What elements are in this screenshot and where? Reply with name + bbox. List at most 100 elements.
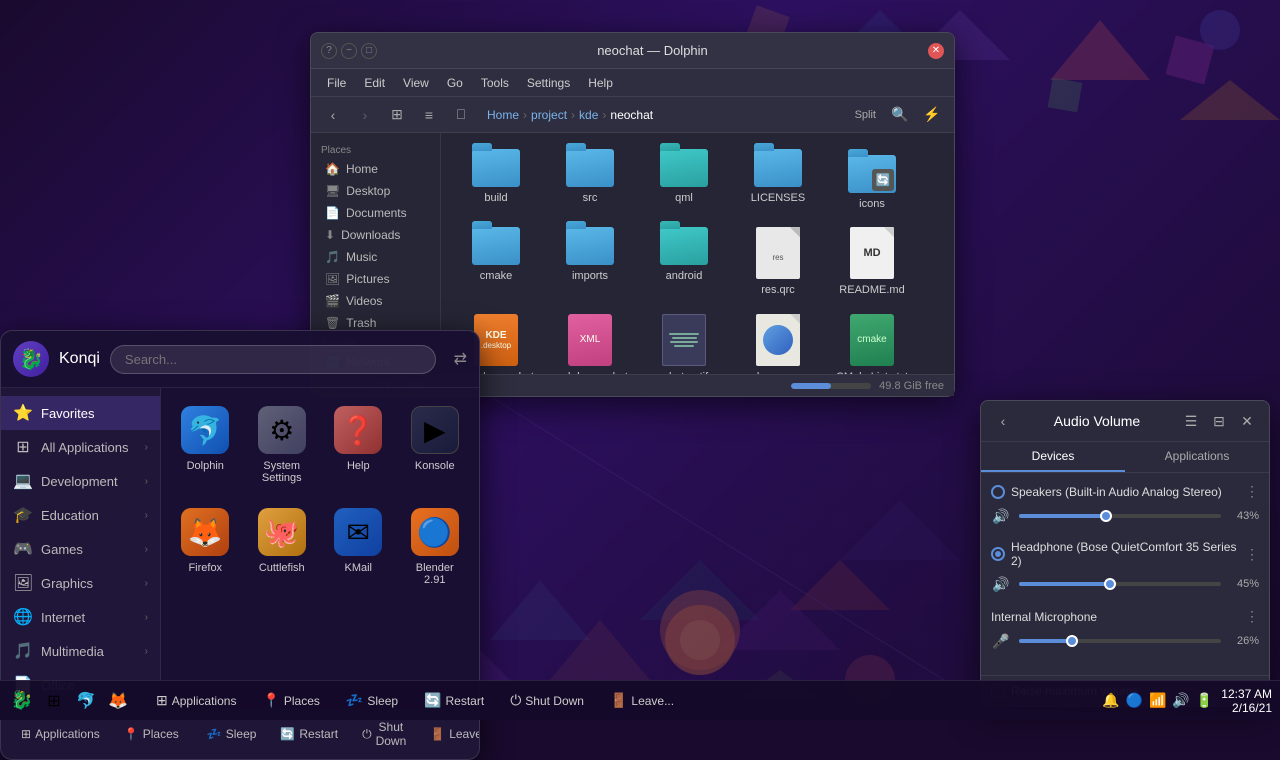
file-readme[interactable]: MD README.md [827,221,917,303]
tray-icon-battery[interactable]: 🔋 [1196,692,1213,709]
file-resqrc[interactable]: res res.qrc [733,221,823,303]
menu-help[interactable]: Help [580,74,621,92]
konqi-sidebar-favorites[interactable]: ⭐ Favorites [1,396,160,430]
taskbar-kwin-icon[interactable]: ⊞ [40,687,68,715]
konqi-sidebar-edu[interactable]: 🎓 Education › [1,498,160,532]
app-system-settings[interactable]: ⚙ System Settings [248,398,317,492]
file-build[interactable]: build [451,143,541,217]
split-button[interactable]: Split [849,101,882,129]
sidebar-downloads[interactable]: ⬇Downloads [315,224,436,246]
sleep-button[interactable]: 💤 Sleep [197,722,267,746]
sidebar-desktop[interactable]: 🖥Desktop [315,180,436,202]
sidebar-videos[interactable]: 🎬Videos [315,290,436,312]
konqi-sidebar-multimedia[interactable]: 🎵 Multimedia › [1,634,160,668]
search-button[interactable]: 🔍 [886,101,914,129]
file-icons[interactable]: 🔄 icons [827,143,917,217]
headphone-menu-icon[interactable]: ⋮ [1245,546,1259,563]
file-android[interactable]: android [639,221,729,303]
menu-view[interactable]: View [395,74,437,92]
konqi-sidebar-all-apps[interactable]: ⊞ All Applications › [1,430,160,464]
view-column-button[interactable]: ⎕ [447,101,475,129]
window-maximize-button[interactable]: □ [361,43,377,59]
konqi-sidebar-dev[interactable]: 💻 Development › [1,464,160,498]
view-icons-button[interactable]: ⊞ [383,101,411,129]
konqi-header: 🐉 Konqi ⇄ [1,331,479,388]
konqi-search-input[interactable] [110,345,436,374]
back-button[interactable]: ‹ [319,101,347,129]
audio-tab-applications[interactable]: Applications [1125,442,1269,472]
taskbar-leave-button[interactable]: 🚪 Leave... [600,688,684,713]
sidebar-home[interactable]: 🏠Home [315,158,436,180]
sidebar-documents[interactable]: 📄Documents [315,202,436,224]
taskbar-restart-button[interactable]: 🔄 Restart [414,688,494,713]
taskbar-places-button[interactable]: 📍 Places [252,688,329,713]
app-konsole[interactable]: ▶ Konsole [401,398,470,492]
menu-settings[interactable]: Settings [519,74,578,92]
taskbar: 🐉 ⊞ 🐬 🦊 ⊞ Applications 📍 Places 💤 Sleep … [0,680,1280,720]
breadcrumb-home[interactable]: Home [487,108,519,122]
mic-menu-icon[interactable]: ⋮ [1245,608,1259,625]
arrow-icon: › [145,442,148,453]
audio-menu-button[interactable]: ☰ [1179,409,1203,433]
app-cuttlefish[interactable]: 🐙 Cuttlefish [248,500,317,594]
taskbar-applications-button[interactable]: ⊞ Applications [146,688,246,713]
speakers-menu-icon[interactable]: ⋮ [1245,483,1259,500]
file-cmake[interactable]: cmake [451,221,541,303]
file-logopng[interactable]: logo.png [733,308,823,374]
leave-button[interactable]: 🚪 Leave... [420,722,480,746]
breadcrumb-kde[interactable]: kde [579,108,598,122]
konqi-options-button[interactable]: ⇄ [454,349,467,369]
mic-slider[interactable] [1019,639,1221,643]
app-dolphin[interactable]: 🐬 Dolphin [171,398,240,492]
tray-icon-bluetooth[interactable]: 🔵 [1126,692,1143,709]
taskbar-sleep-button[interactable]: 💤 Sleep [336,688,408,713]
taskbar-start-icon[interactable]: 🐉 [8,687,36,715]
breadcrumb-project[interactable]: project [531,108,567,122]
audio-tab-devices[interactable]: Devices [981,442,1125,472]
taskbar-clock: 12:37 AM 2/16/21 [1221,687,1272,715]
konqi-sidebar-games[interactable]: 🎮 Games › [1,532,160,566]
menu-edit[interactable]: Edit [356,74,393,92]
file-appdata[interactable]: XML org.kde.neochat.appdata.xml [545,308,635,374]
taskbar-shutdown-button[interactable]: ⏻ Shut Down [500,688,594,713]
tray-icon-network[interactable]: 📶 [1149,692,1166,709]
app-blender[interactable]: 🔵 Blender 2.91 [401,500,470,594]
menu-file[interactable]: File [319,74,354,92]
tray-icon-1[interactable]: 🔔 [1102,692,1119,709]
file-licenses[interactable]: LICENSES [733,143,823,217]
app-firefox[interactable]: 🦊 Firefox [171,500,240,594]
headphone-slider[interactable] [1019,582,1221,586]
places-button[interactable]: 📍 Places [114,722,189,746]
audio-close-button[interactable]: ✕ [1235,409,1259,433]
taskbar-dolphin-icon[interactable]: 🐬 [72,687,100,715]
file-src[interactable]: src [545,143,635,217]
filter-button[interactable]: ⚡ [918,101,946,129]
app-help[interactable]: ❓ Help [324,398,393,492]
restart-button[interactable]: 🔄 Restart [270,722,348,746]
file-imports[interactable]: imports [545,221,635,303]
file-notifyrc[interactable]: neochat.notifyrc [639,308,729,374]
shutdown-button[interactable]: ⏻ Shut Down [352,715,416,753]
headphone-radio[interactable] [991,547,1005,561]
window-close-button[interactable]: ✕ [928,43,944,59]
speakers-radio[interactable] [991,485,1005,499]
menu-go[interactable]: Go [439,74,471,92]
window-minimize-button[interactable]: − [341,43,357,59]
tray-icon-volume[interactable]: 🔊 [1172,692,1189,709]
forward-button[interactable]: › [351,101,379,129]
file-cmakelists[interactable]: cmake CMakeLists.txt [827,308,917,374]
app-kmail[interactable]: ✉ KMail [324,500,393,594]
view-list-button[interactable]: ≡ [415,101,443,129]
sidebar-pictures[interactable]: 🖼Pictures [315,268,436,290]
konqi-sidebar-internet[interactable]: 🌐 Internet › [1,600,160,634]
audio-back-button[interactable]: ‹ [991,409,1015,433]
sidebar-music[interactable]: 🎵Music [315,246,436,268]
audio-config-button[interactable]: ⊟ [1207,409,1231,433]
window-info-button[interactable]: ? [321,43,337,59]
applications-button[interactable]: ⊞ Applications [11,722,110,746]
menu-tools[interactable]: Tools [473,74,517,92]
file-qml[interactable]: qml [639,143,729,217]
konqi-sidebar-graphics[interactable]: 🖼 Graphics › [1,566,160,600]
taskbar-firefox-icon[interactable]: 🦊 [104,687,132,715]
speakers-slider[interactable] [1019,514,1221,518]
